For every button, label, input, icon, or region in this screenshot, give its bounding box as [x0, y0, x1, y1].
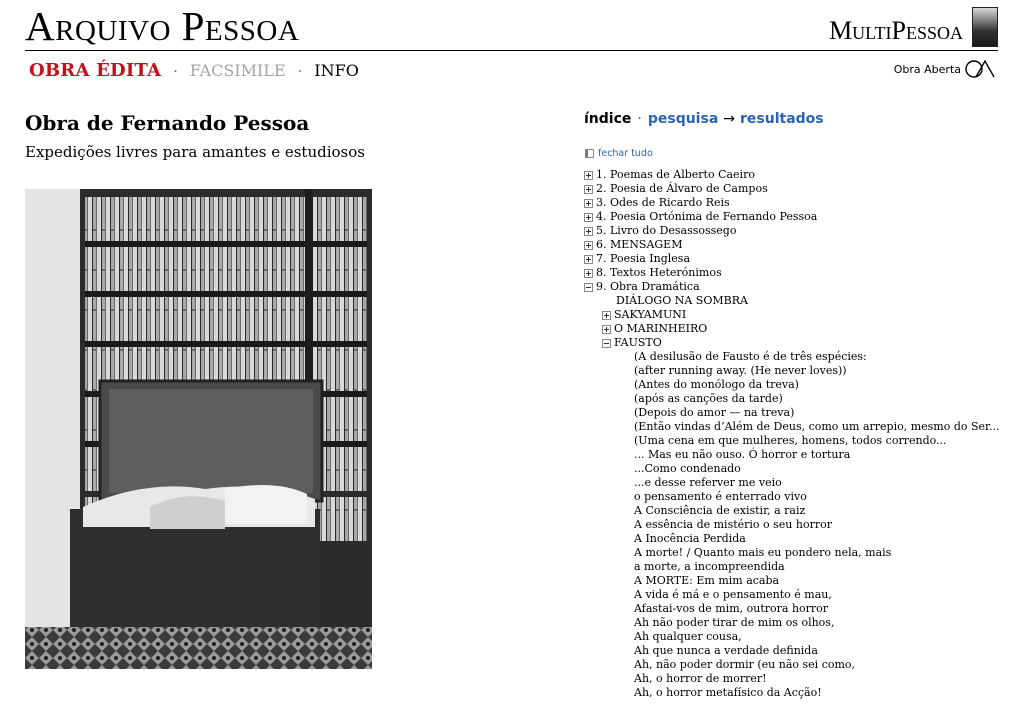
fausto-text-item[interactable]: (Antes do monólogo da treva) [584, 378, 1011, 392]
fausto-text-item[interactable]: (após as canções da tarde) [584, 392, 1011, 406]
collapse-icon[interactable] [584, 282, 593, 292]
fausto-text-item[interactable]: Afastai-vos de mim, outrora horror [584, 602, 1011, 616]
index-nav: índice · pesquisa → resultados [584, 111, 824, 127]
fausto-text-item[interactable]: (Então vindas d’Além de Deus, como um ar… [584, 420, 1011, 434]
site-title[interactable]: Arquivo Pessoa [25, 2, 299, 50]
fausto-text-item[interactable]: (after running away. (He never loves)) [584, 364, 1011, 378]
expand-icon[interactable] [584, 226, 593, 236]
collapse-all-button[interactable]: fechar tudo [585, 148, 653, 159]
fausto-text-item[interactable]: (Depois do amor — na treva) [584, 406, 1011, 420]
page-subtitle: Expedições livres para amantes e estudio… [25, 143, 365, 161]
obra-aberta-label: Obra Aberta [893, 62, 961, 76]
expand-icon[interactable] [584, 240, 593, 250]
fausto-text-item[interactable]: Ah que nunca a verdade definida [584, 644, 1011, 658]
collapse-icon[interactable] [602, 338, 611, 348]
expand-icon[interactable] [584, 212, 593, 222]
collapse-all-icon [585, 149, 594, 158]
fausto-text-item[interactable]: Ah, o horror de morrer! [584, 672, 1011, 686]
tree-item-label[interactable]: 5. Livro do Desassossego [596, 224, 736, 238]
fausto-text-item[interactable]: (Uma cena em que mulheres, homens, todos… [584, 434, 1011, 448]
main-nav: OBRA ÉDITA · FACSIMILE · INFO [29, 60, 359, 81]
expand-icon[interactable] [584, 268, 593, 278]
nav-info[interactable]: INFO [314, 61, 359, 80]
tree-item[interactable]: 7. Poesia Inglesa [584, 252, 1011, 266]
multipessoa-link[interactable]: MultiPessoa [829, 16, 963, 46]
results-link[interactable]: resultados [740, 111, 824, 127]
expand-icon[interactable] [602, 310, 611, 320]
tree-item-label[interactable]: DIÁLOGO NA SOMBRA [616, 294, 748, 308]
fausto-text-item[interactable]: ...e desse referver me veio [584, 476, 1011, 490]
tree-item-label[interactable]: 8. Textos Heterónimos [596, 266, 722, 280]
expand-icon[interactable] [584, 170, 593, 180]
tree-item-label[interactable]: 9. Obra Dramática [596, 280, 700, 294]
expand-icon[interactable] [584, 198, 593, 208]
nav-separator: · [297, 64, 303, 80]
nav-obra-edita[interactable]: OBRA ÉDITA [29, 60, 161, 81]
tree-subitem[interactable]: O MARINHEIRO [584, 322, 1011, 336]
fausto-text-item[interactable]: ...Como condenado [584, 462, 1011, 476]
fausto-text-item[interactable]: a morte, a incompreendida [584, 560, 1011, 574]
archive-chest-photo [25, 189, 372, 669]
fausto-text-item[interactable]: A MORTE: Em mim acaba [584, 574, 1011, 588]
fausto-text-item[interactable]: Ah qualquer cousa, [584, 630, 1011, 644]
tree-item-label[interactable]: 6. MENSAGEM [596, 238, 682, 252]
tree-item-label[interactable]: 1. Poemas de Alberto Caeiro [596, 168, 755, 182]
fausto-text-item[interactable]: A essência de mistério o seu horror [584, 518, 1011, 532]
page-title: Obra de Fernando Pessoa [25, 111, 310, 135]
obra-aberta-link[interactable]: Obra Aberta [894, 59, 998, 79]
tree-subitem[interactable]: SAKYAMUNI [584, 308, 1011, 322]
tree-subitem[interactable]: DIÁLOGO NA SOMBRA [584, 294, 1011, 308]
fausto-text-item[interactable]: A morte! / Quanto mais eu pondero nela, … [584, 546, 1011, 560]
collapse-all-label: fechar tudo [598, 148, 653, 159]
expand-icon[interactable] [584, 184, 593, 194]
tree-item[interactable]: 3. Odes de Ricardo Reis [584, 196, 1011, 210]
tree-item[interactable]: 4. Poesia Ortónima de Fernando Pessoa [584, 210, 1011, 224]
tree-item-label[interactable]: SAKYAMUNI [614, 308, 686, 322]
fausto-text-item[interactable]: ... Mas eu não ouso. Ó horror e tortura [584, 448, 1011, 462]
tree-item-expanded[interactable]: 9. Obra Dramática [584, 280, 1011, 294]
fausto-text-item[interactable]: A Inocência Perdida [584, 532, 1011, 546]
pessoa-portrait-icon[interactable] [972, 7, 998, 47]
expand-icon[interactable] [602, 324, 611, 334]
nav-facsimile[interactable]: FACSIMILE [190, 61, 286, 80]
fausto-text-item[interactable]: A vida é má e o pensamento é mau, [584, 588, 1011, 602]
fausto-text-item[interactable]: Ah, não poder dormir (eu não sei como, [584, 658, 1011, 672]
tree-item-label[interactable]: FAUSTO [614, 336, 662, 350]
fausto-text-item[interactable]: o pensamento é enterrado vivo [584, 490, 1011, 504]
index-tree: 1. Poemas de Alberto Caeiro 2. Poesia de… [584, 168, 1011, 700]
index-tab[interactable]: índice [584, 111, 631, 127]
tree-item[interactable]: 8. Textos Heterónimos [584, 266, 1011, 280]
tree-item-label[interactable]: 2. Poesia de Álvaro de Campos [596, 182, 768, 196]
tree-item[interactable]: 2. Poesia de Álvaro de Campos [584, 182, 1011, 196]
tree-item[interactable]: 1. Poemas de Alberto Caeiro [584, 168, 1011, 182]
tree-item-label[interactable]: 7. Poesia Inglesa [596, 252, 690, 266]
tree-item[interactable]: 5. Livro do Desassossego [584, 224, 1011, 238]
fausto-text-item[interactable]: A Consciência de existir, a raiz [584, 504, 1011, 518]
expand-icon[interactable] [584, 254, 593, 264]
arrow-right-icon: → [723, 111, 735, 127]
fausto-list: (A desilusão de Fausto é de três espécie… [584, 350, 1011, 700]
header-divider [25, 50, 998, 51]
tree-item-label[interactable]: 4. Poesia Ortónima de Fernando Pessoa [596, 210, 817, 224]
tree-item[interactable]: 6. MENSAGEM [584, 238, 1011, 252]
index-nav-separator: · [637, 111, 642, 127]
tree-item-label[interactable]: O MARINHEIRO [614, 322, 707, 336]
fausto-text-item[interactable]: Ah, o horror metafísico da Acção! [584, 686, 1011, 700]
tree-subitem-expanded[interactable]: FAUSTO [584, 336, 1011, 350]
nav-separator: · [173, 64, 178, 80]
search-link[interactable]: pesquisa [648, 111, 718, 127]
obra-aberta-logo-icon [965, 59, 995, 78]
fausto-text-item[interactable]: (A desilusão de Fausto é de três espécie… [584, 350, 1011, 364]
fausto-text-item[interactable]: Ah não poder tirar de mim os olhos, [584, 616, 1011, 630]
tree-item-label[interactable]: 3. Odes de Ricardo Reis [596, 196, 730, 210]
